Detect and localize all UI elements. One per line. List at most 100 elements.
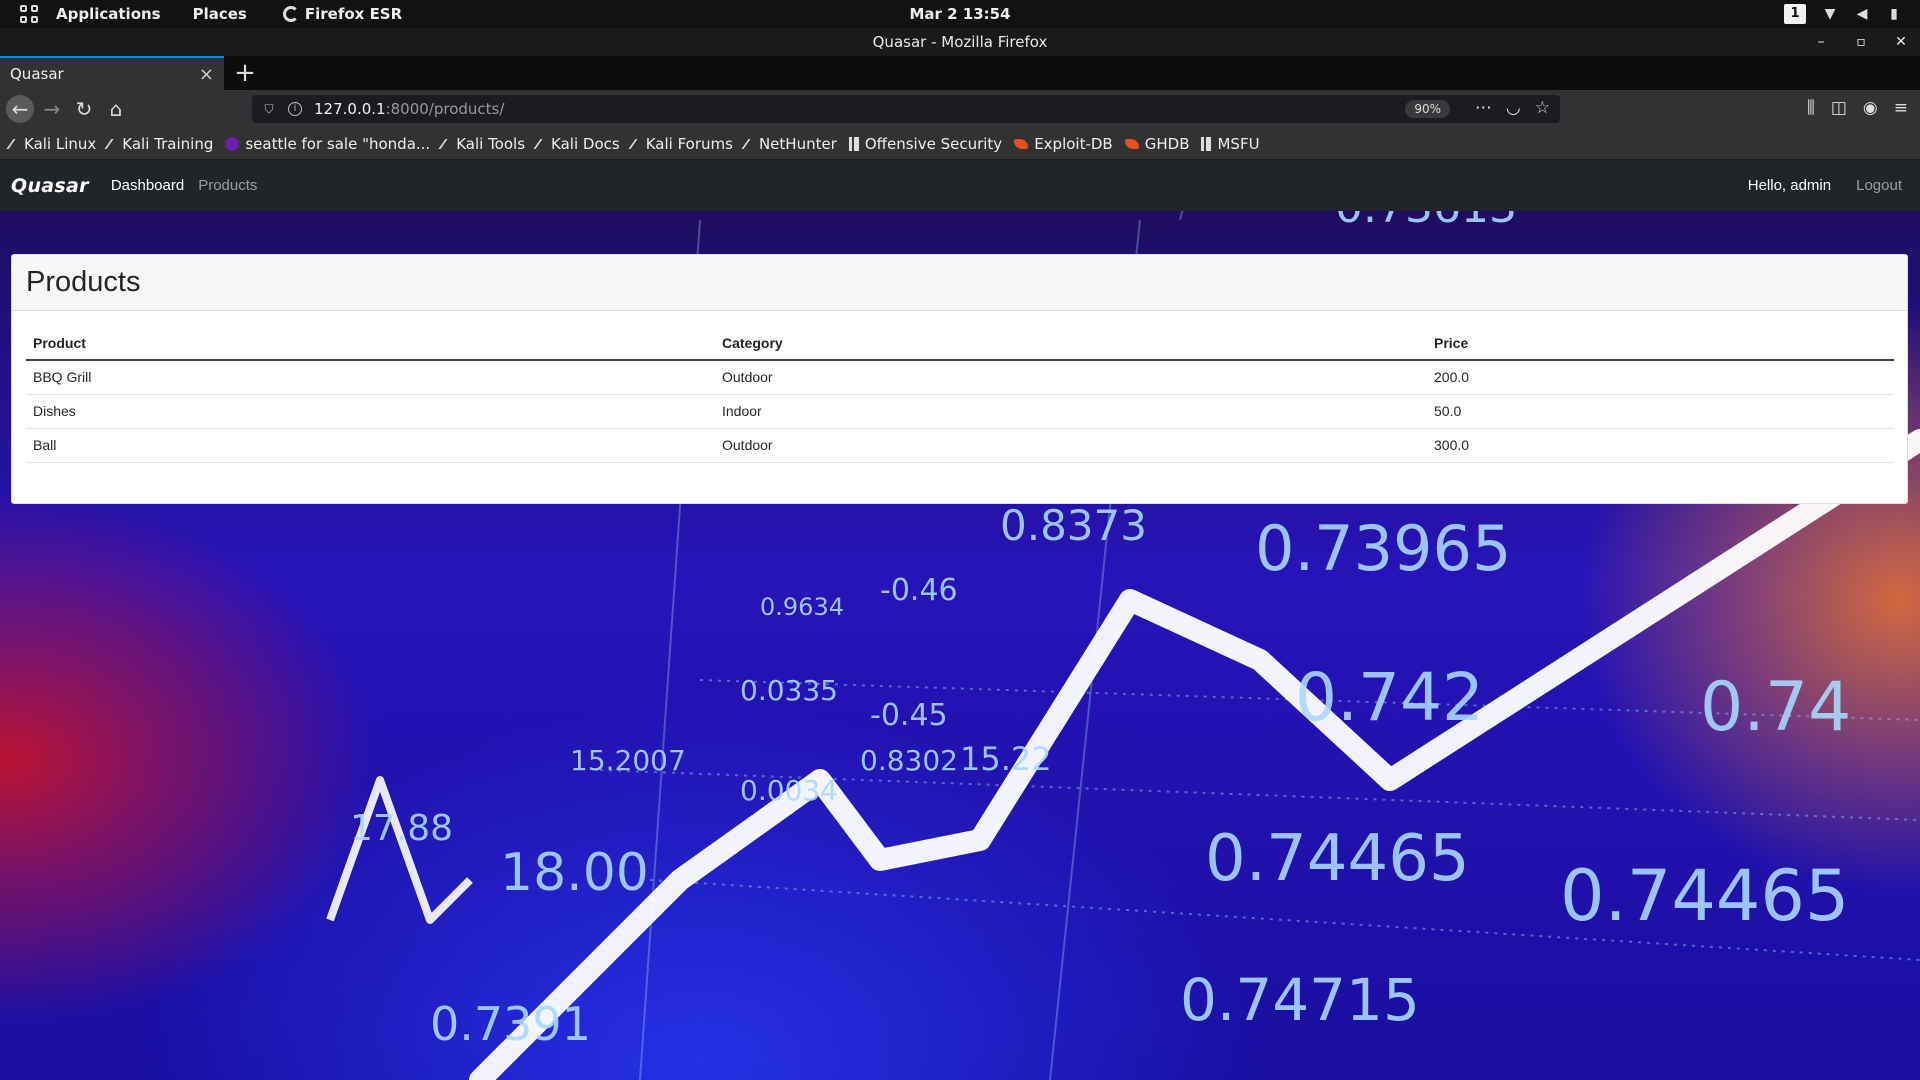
bookmark-item[interactable]: MSFU	[1201, 134, 1260, 153]
products-table: Product Category Price BBQ Grill Outdoor…	[26, 326, 1894, 463]
site-info-icon[interactable]: i	[288, 102, 302, 116]
account-icon[interactable]: ◉	[1863, 98, 1878, 118]
kali-bookmark-icon	[628, 138, 644, 149]
bookmark-item[interactable]: Kali Tools	[438, 134, 526, 153]
places-menu[interactable]: Places	[193, 5, 247, 23]
kali-bookmark-icon	[104, 138, 120, 149]
exploit-bookmark-icon	[1124, 138, 1139, 149]
bookmark-item[interactable]: Kali Forums	[628, 135, 733, 153]
table-row: Ball Outdoor 300.0	[26, 428, 1894, 463]
background-number: -0.45	[870, 698, 948, 733]
forward-icon[interactable]: →	[38, 95, 66, 123]
home-icon[interactable]: ⌂	[102, 95, 130, 123]
minimize-icon[interactable]: –	[1814, 28, 1828, 56]
kali-bookmark-icon	[533, 138, 549, 149]
bookmark-item[interactable]: Kali Docs	[533, 134, 620, 153]
tab-strip: Quasar × +	[0, 56, 1920, 90]
card-header: Products	[12, 255, 1907, 311]
bookmark-star-icon[interactable]: ☆	[1535, 98, 1550, 118]
background-number: 0.8373	[1000, 501, 1147, 550]
bookmark-item[interactable]: GHDB	[1124, 134, 1190, 153]
hamburger-menu-icon[interactable]: ≡	[1894, 98, 1908, 118]
back-icon[interactable]: ←	[6, 95, 34, 123]
bookmark-label: Kali Docs	[551, 134, 620, 153]
battery-icon[interactable]: ▮	[1886, 6, 1902, 22]
pocket-icon[interactable]: ◡	[1506, 98, 1521, 118]
window-titlebar: Quasar - Mozilla Firefox – ▫ ✕	[0, 28, 1920, 56]
close-window-icon[interactable]: ✕	[1894, 28, 1908, 56]
background-number: 0.742	[1295, 659, 1484, 736]
background-number: 0.74465	[1205, 822, 1470, 896]
background-number: 0.74	[1700, 668, 1851, 747]
bookmark-item[interactable]: Kali Linux	[6, 135, 96, 153]
nav-dashboard[interactable]: Dashboard	[111, 177, 184, 194]
bookmark-label: Exploit-DB	[1034, 134, 1113, 153]
reload-icon[interactable]: ↻	[70, 95, 98, 123]
product-category: Indoor	[715, 394, 1427, 429]
table-row: BBQ Grill Outdoor 200.0	[26, 360, 1894, 395]
product-price: 50.0	[1427, 394, 1894, 429]
bookmark-label: MSFU	[1217, 134, 1260, 153]
page-actions-icon[interactable]: ⋯	[1475, 98, 1492, 118]
background-number: 0.9634	[760, 593, 844, 621]
bookmark-item[interactable]: Exploit-DB	[1014, 135, 1113, 153]
tab-close-icon[interactable]: ×	[199, 64, 214, 85]
background-number: 0.0335	[740, 674, 838, 707]
os-bookmark-icon	[1201, 136, 1212, 151]
workspace-indicator[interactable]: 1	[1784, 4, 1806, 24]
os-bookmark-icon	[848, 136, 859, 151]
background-number: -0.46	[880, 573, 958, 608]
sidebar-icon[interactable]: ◫	[1831, 98, 1847, 118]
product-category: Outdoor	[715, 360, 1427, 395]
library-icon[interactable]: ⫼	[1807, 98, 1815, 118]
bookmark-item[interactable]: Offensive Security	[848, 134, 1003, 153]
kali-bookmark-icon	[741, 138, 757, 149]
kali-bookmark-icon	[6, 138, 22, 149]
tab-quasar[interactable]: Quasar ×	[0, 56, 224, 90]
bookmark-label: seattle for sale "honda...	[245, 134, 431, 153]
bookmark-label: Kali Training	[122, 134, 214, 153]
bookmark-label: GHDB	[1144, 134, 1190, 153]
nav-products[interactable]: Products	[198, 177, 257, 194]
url-text[interactable]: 127.0.0.1:8000/products/	[314, 100, 504, 118]
table-row: Dishes Indoor 50.0	[26, 394, 1894, 429]
wifi-icon[interactable]: ▼	[1822, 6, 1838, 22]
firefox-icon	[282, 6, 299, 22]
brand-logo[interactable]: Quasar	[11, 175, 89, 197]
applications-menu[interactable]: Applications	[56, 5, 161, 23]
firefox-app-menu[interactable]: Firefox ESR	[282, 5, 403, 23]
maximize-icon[interactable]: ▫	[1854, 28, 1868, 56]
background-number: 0.74715	[1180, 966, 1420, 1034]
bookmark-label: Kali Tools	[456, 134, 526, 153]
volume-icon[interactable]: ◀	[1854, 6, 1870, 22]
tracking-shield-icon[interactable]: ⛉	[262, 102, 276, 116]
new-tab-icon[interactable]: +	[230, 58, 260, 88]
background-number: 0.73965	[1255, 512, 1511, 585]
bookmarks-toolbar: Kali Linux Kali Training seattle for sale …	[0, 128, 1920, 160]
kali-bookmark-icon	[438, 138, 454, 149]
app-navbar: Quasar Dashboard Products Hello, admin L…	[0, 160, 1920, 211]
product-name: BBQ Grill	[26, 360, 715, 395]
product-price: 200.0	[1427, 360, 1894, 395]
app-grid-icon[interactable]	[20, 5, 38, 23]
url-bar[interactable]: ⛉ i 127.0.0.1:8000/products/ 90% ⋯ ◡ ☆	[252, 95, 1560, 123]
bookmark-item[interactable]: NetHunter	[741, 135, 837, 153]
window-title: Quasar - Mozilla Firefox	[872, 33, 1048, 51]
zoom-level[interactable]: 90%	[1405, 100, 1450, 118]
web-page: 0.73965 0.742 0.74465 0.74715 0.74 0.74465 18.…	[0, 160, 1920, 1080]
firefox-app-label: Firefox ESR	[304, 5, 403, 23]
column-header-price: Price	[1427, 326, 1894, 361]
bookmark-label: Offensive Security	[864, 134, 1003, 153]
tab-label: Quasar	[10, 65, 64, 83]
background-number: 15.2007	[570, 744, 686, 777]
system-top-bar: Applications Places Firefox ESR Mar 2 13…	[0, 0, 1920, 28]
product-name: Dishes	[26, 394, 715, 429]
column-header-product: Product	[26, 326, 715, 361]
background-number: 17.88	[350, 808, 453, 849]
bookmark-item[interactable]: Kali Training	[104, 134, 214, 153]
page-title: Products	[26, 266, 141, 298]
purple-bookmark-icon	[225, 136, 240, 151]
url-path: :8000/products/	[385, 100, 505, 118]
bookmark-item[interactable]: seattle for sale "honda...	[225, 135, 430, 153]
logout-link[interactable]: Logout	[1856, 177, 1902, 194]
